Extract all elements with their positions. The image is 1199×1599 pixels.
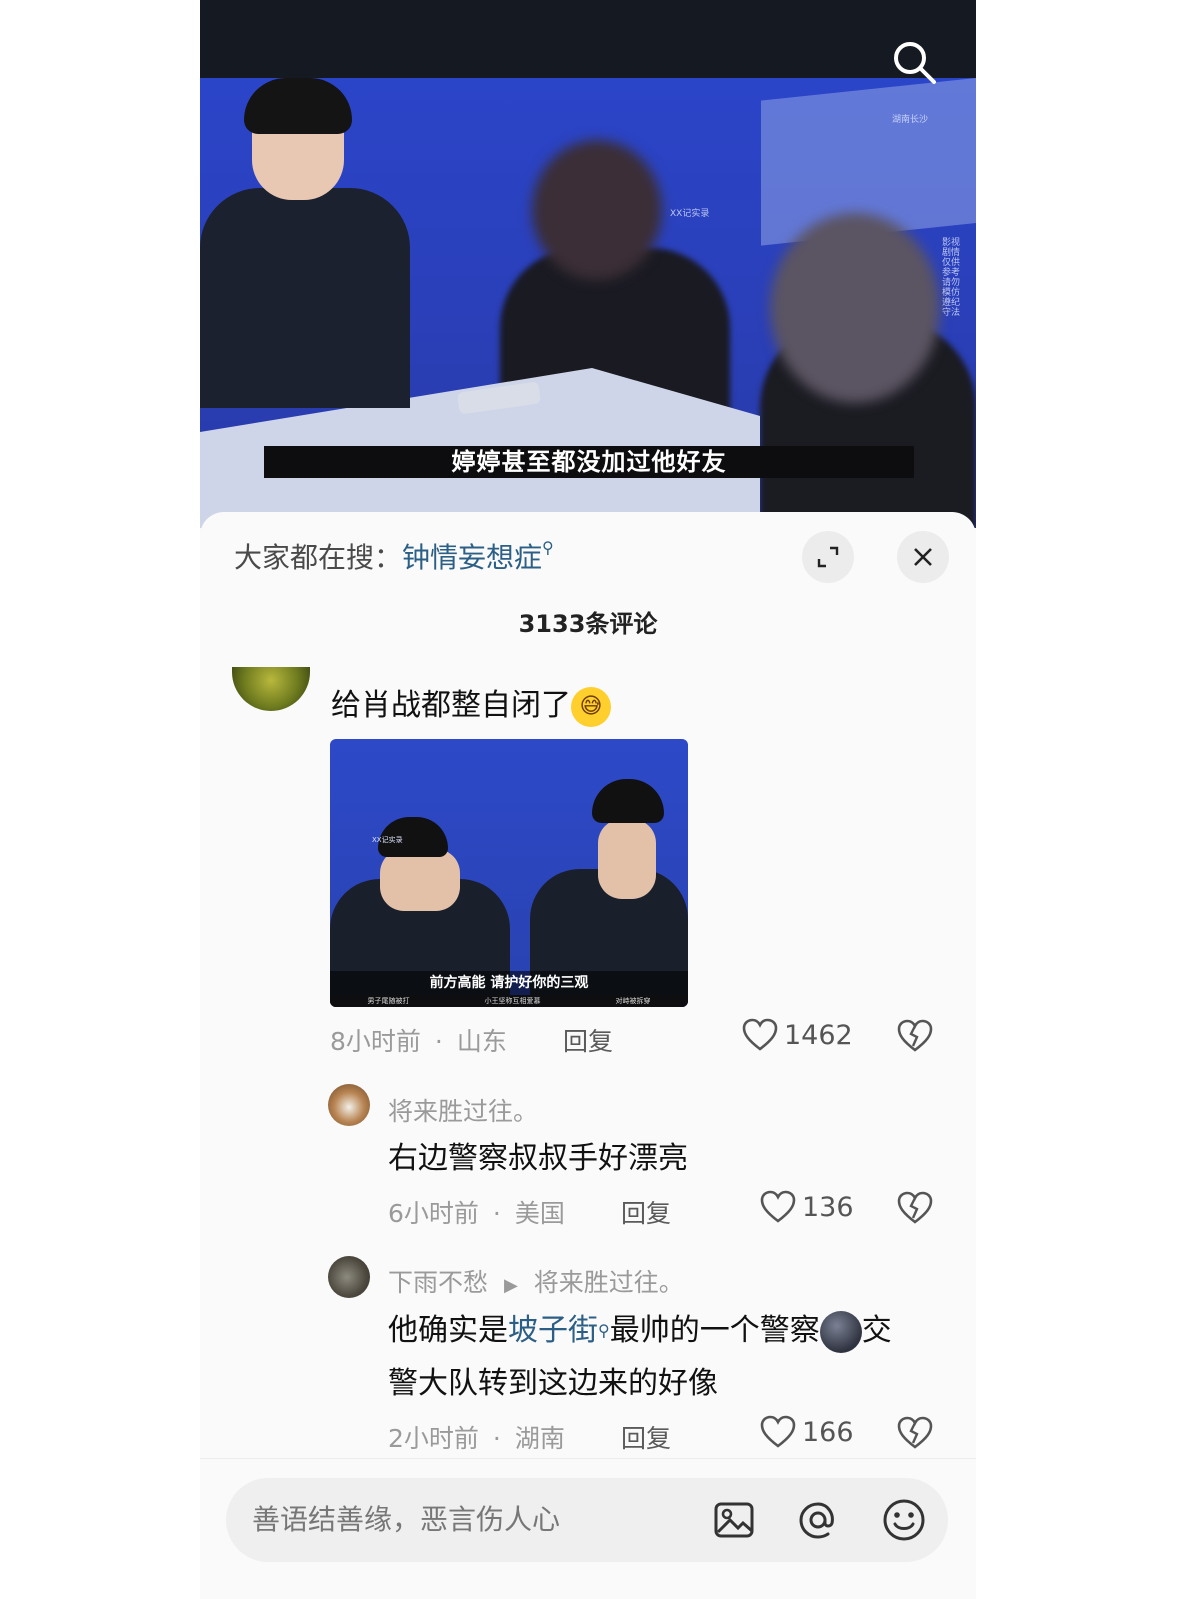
reply-arrow-icon: ▶: [503, 1275, 518, 1296]
video-top-bar: [200, 0, 976, 78]
emoji-button[interactable]: [882, 1498, 926, 1542]
watermark-corner: 湖南长沙: [892, 115, 929, 125]
officer-hair: [244, 78, 352, 134]
moon-emoji: [819, 1310, 862, 1353]
reply-button[interactable]: 回复: [621, 1419, 671, 1455]
reply-time: 6小时前: [388, 1199, 479, 1228]
reply-username[interactable]: 下雨不愁: [388, 1268, 488, 1297]
broken-heart-icon: [897, 1019, 933, 1052]
like-button[interactable]: 166: [760, 1415, 854, 1449]
search-small-icon: ⚲: [542, 538, 554, 557]
meta-separator: ·: [492, 1424, 501, 1453]
heart-icon: [760, 1190, 796, 1223]
mention-button[interactable]: [796, 1498, 840, 1542]
search-icon: [894, 42, 936, 84]
reply-username[interactable]: 将来胜过往。: [388, 1092, 538, 1128]
grin-sweat-emoji: 😅: [571, 686, 611, 727]
video-player[interactable]: XX记实录 湖南长沙 影视剧情 仅供参考 请勿模仿 遵纪守法 婷婷甚至都没加过他…: [200, 0, 976, 528]
comment-text: 给肖战都整自闭了 😅: [331, 680, 611, 727]
broken-heart-icon: [897, 1416, 933, 1449]
at-icon: [799, 1502, 834, 1539]
meta-separator: ·: [492, 1199, 501, 1228]
comment-location: 山东: [456, 1027, 507, 1056]
search-small-icon: ⚲: [598, 1321, 610, 1340]
image-chapter: 对峙被拆穿: [615, 997, 651, 1005]
image-chapter-bar: 男子尾随被打 小王坚称互相爱慕 对峙被拆穿: [330, 995, 688, 1007]
avatar[interactable]: [328, 1256, 370, 1298]
reply-meta: 2小时前 · 湖南: [388, 1419, 565, 1455]
comment-time: 8小时前: [330, 1027, 421, 1056]
phone-screen: XX记实录 湖南长沙 影视剧情 仅供参考 请勿模仿 遵纪守法 婷婷甚至都没加过他…: [200, 0, 976, 1599]
close-button[interactable]: [897, 531, 949, 583]
dislike-button[interactable]: [897, 1190, 933, 1226]
reply-text: 他确实是坡子街⚲最帅的一个警察 交警大队转到这边来的好像: [388, 1304, 948, 1410]
reply-text: 右边警察叔叔手好漂亮: [388, 1141, 688, 1176]
officer-right-hair: [592, 779, 664, 823]
watermark-side: 影视剧情 仅供参考 请勿模仿 遵纪守法: [942, 238, 961, 318]
hot-search-label: 大家都在搜：: [234, 541, 403, 574]
watermark-tag: XX记实录: [670, 209, 710, 219]
reply-location: 美国: [514, 1199, 565, 1228]
officer-uniform: [200, 188, 410, 408]
smiley-icon: [883, 1499, 925, 1541]
officer-right-face: [598, 819, 656, 899]
reply-text-part: 最帅的一个警察: [609, 1313, 820, 1348]
broken-heart-icon: [897, 1191, 933, 1224]
comment-body: 给肖战都整自闭了: [331, 688, 571, 723]
reply-button[interactable]: 回复: [621, 1194, 671, 1230]
comment-image[interactable]: XX记实录 前方高能 请护好你的三观 男子尾随被打 小王坚称互相爱慕 对峙被拆穿: [330, 739, 688, 1007]
dislike-button[interactable]: [897, 1415, 933, 1451]
reply-text-part: 警大队转到这边来的好像: [388, 1366, 718, 1401]
reply-username-row: 下雨不愁 ▶ 将来胜过往。: [388, 1263, 684, 1299]
reply-location: 湖南: [514, 1424, 565, 1453]
image-watermark: XX记实录: [372, 836, 403, 844]
police-officer: [200, 78, 420, 408]
search-button[interactable]: [890, 38, 938, 86]
officer-left-hands: [380, 849, 460, 911]
like-count: 1462: [784, 1019, 853, 1051]
image-icon: [714, 1502, 754, 1538]
reply-button[interactable]: 回复: [563, 1022, 613, 1058]
reply-meta: 6小时前 · 美国: [388, 1194, 565, 1230]
reply-text-part: 交: [861, 1313, 892, 1348]
comment-meta: 8小时前 · 山东: [330, 1022, 507, 1058]
hashtag-link[interactable]: 坡子街: [508, 1313, 598, 1348]
video-subtitle: 婷婷甚至都没加过他好友: [264, 446, 914, 478]
close-icon: [914, 548, 932, 566]
like-button[interactable]: 136: [760, 1190, 854, 1224]
hot-search-row[interactable]: 大家都在搜：钟情妄想症⚲: [234, 534, 554, 582]
divider: [200, 1458, 976, 1459]
heart-icon: [742, 1018, 778, 1051]
comment-input-placeholder: 善语结善缘，恶言伤人心: [252, 1503, 561, 1536]
image-chapter: 男子尾随被打: [367, 997, 410, 1005]
reply-to-username[interactable]: 将来胜过往。: [534, 1268, 684, 1297]
hot-search-keyword[interactable]: 钟情妄想症: [402, 541, 542, 574]
blurred-person-head: [532, 140, 662, 280]
image-caption: 前方高能 请护好你的三观: [330, 971, 688, 995]
blurred-person-head: [770, 213, 940, 403]
reply-text-part: 他确实是: [388, 1313, 508, 1348]
like-count: 166: [802, 1416, 854, 1448]
heart-icon: [760, 1415, 796, 1448]
comment-input[interactable]: 善语结善缘，恶言伤人心: [226, 1478, 948, 1562]
meta-separator: ·: [434, 1027, 443, 1056]
insert-image-button[interactable]: [712, 1498, 756, 1542]
like-button[interactable]: 1462: [742, 1018, 853, 1052]
avatar[interactable]: [328, 1084, 370, 1126]
reply-time: 2小时前: [388, 1424, 479, 1453]
dislike-button[interactable]: [897, 1018, 933, 1054]
expand-button[interactable]: [802, 531, 854, 583]
image-chapter: 小王坚称互相爱慕: [484, 997, 541, 1005]
expand-icon: [817, 546, 839, 568]
like-count: 136: [802, 1191, 854, 1223]
avatar[interactable]: [232, 667, 310, 711]
comment-count: 3133条评论: [518, 610, 658, 638]
comment-sheet: 大家都在搜：钟情妄想症⚲ 3133条评论 给肖战都整自闭了 😅 XX记实录 前方…: [200, 512, 976, 1599]
